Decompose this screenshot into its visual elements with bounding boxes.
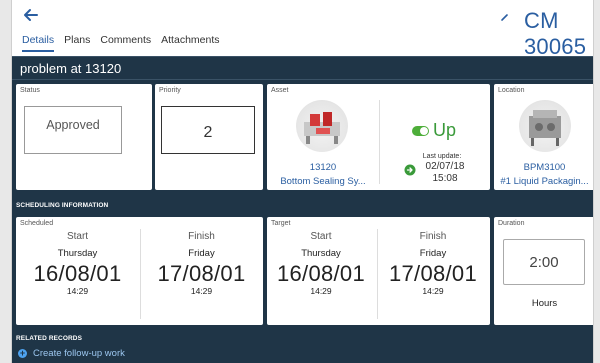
back-arrow-icon[interactable] [22,6,40,24]
asset-status-text: Up [433,120,457,140]
target-finish-date: 17/08/01 [388,261,478,286]
scheduling-section-title: SCHEDULING INFORMATION [16,202,109,209]
tab-details[interactable]: Details [22,34,55,52]
scheduled-finish-date: 17/08/01 [157,261,246,286]
last-update-date: 02/07/18 [425,161,465,172]
asset-number-link[interactable]: 13120 [267,162,379,173]
duration-card[interactable]: Duration 2:00 Hours [494,217,593,325]
scheduled-start[interactable]: Start Thursday 16/08/01 14:29 [20,217,135,325]
target-finish-day: Friday [419,248,447,259]
priority-card[interactable]: Priority 2 [155,84,263,190]
target-finish-time: 14:29 [422,286,444,296]
scheduled-card[interactable]: Scheduled Start Thursday 16/08/01 14:29 … [16,217,263,325]
pencil-icon[interactable] [500,12,510,22]
details-panel: problem at 13120 Status Approved Priorit… [12,56,593,363]
last-update-label: Last update: [422,153,462,160]
target-start-day: Thursday [301,248,341,259]
asset-divider [379,100,380,184]
last-update-datetime: 02/07/18 15:08 [417,161,473,185]
tab-comments[interactable]: Comments [100,34,151,52]
scheduled-start-day: Thursday [57,248,98,259]
location-label: Location [498,87,525,94]
asset-description-link[interactable]: Bottom Sealing Sy... [267,176,379,187]
arrow-right-circle-icon [404,164,416,176]
scheduled-finish-day: Friday [188,248,215,259]
create-follow-up-link[interactable]: + Create follow-up work [18,348,125,359]
target-card[interactable]: Target Start Thursday 16/08/01 14:29 Fin… [267,217,490,325]
work-order-description: problem at 13120 [12,56,593,80]
create-follow-up-label: Create follow-up work [33,348,125,359]
tab-bar: Details Plans Comments Attachments [22,34,220,52]
status-value[interactable]: Approved [24,106,122,154]
target-start-date: 16/08/01 [276,261,366,286]
priority-value[interactable]: 2 [161,106,255,154]
target-start-label: Start [310,231,332,242]
asset-label: Asset [271,87,289,94]
scheduled-start-date: 16/08/01 [33,261,122,286]
header-bar: CM 30065 Details Plans Comments Attachme… [12,0,593,59]
scheduled-start-label: Start [66,231,89,242]
toggle-on-icon [412,125,429,136]
plus-circle-icon: + [18,348,27,358]
status-card[interactable]: Status Approved [16,84,152,190]
priority-label: Priority [159,87,181,94]
work-order-title: CM 30065 [524,8,587,59]
location-card[interactable]: Location BPM3100 #1 Liquid Packagin... [494,84,593,190]
scheduled-finish[interactable]: Finish Friday 17/08/01 14:29 [144,217,259,325]
last-update-time: 15:08 [432,173,458,184]
scheduled-start-time: 14:29 [66,286,89,296]
location-description-link[interactable]: #1 Liquid Packagin... [496,176,593,187]
app-window: CM 30065 Details Plans Comments Attachme… [11,0,594,363]
location-code-link[interactable]: BPM3100 [494,162,593,173]
target-finish[interactable]: Finish Friday 17/08/01 14:29 [379,217,487,325]
scheduled-finish-time: 14:29 [190,286,213,296]
scheduled-divider [140,229,141,319]
target-finish-label: Finish [419,231,447,242]
target-divider [377,229,378,319]
tab-attachments[interactable]: Attachments [161,34,219,52]
status-label: Status [20,87,40,94]
target-start-time: 14:29 [310,286,332,296]
asset-card[interactable]: Asset 13120 Bottom Sealing Sy... Up Last… [267,84,490,190]
asset-status: Up [412,120,456,141]
duration-unit: Hours [531,298,558,309]
related-records-title: RELATED RECORDS [16,335,83,342]
duration-label: Duration [498,220,525,227]
location-image [519,100,571,152]
asset-image [296,100,348,152]
target-start[interactable]: Start Thursday 16/08/01 14:29 [267,217,375,325]
tab-plans[interactable]: Plans [64,34,90,52]
duration-value[interactable]: 2:00 [503,239,585,285]
scheduled-finish-label: Finish [188,231,215,242]
